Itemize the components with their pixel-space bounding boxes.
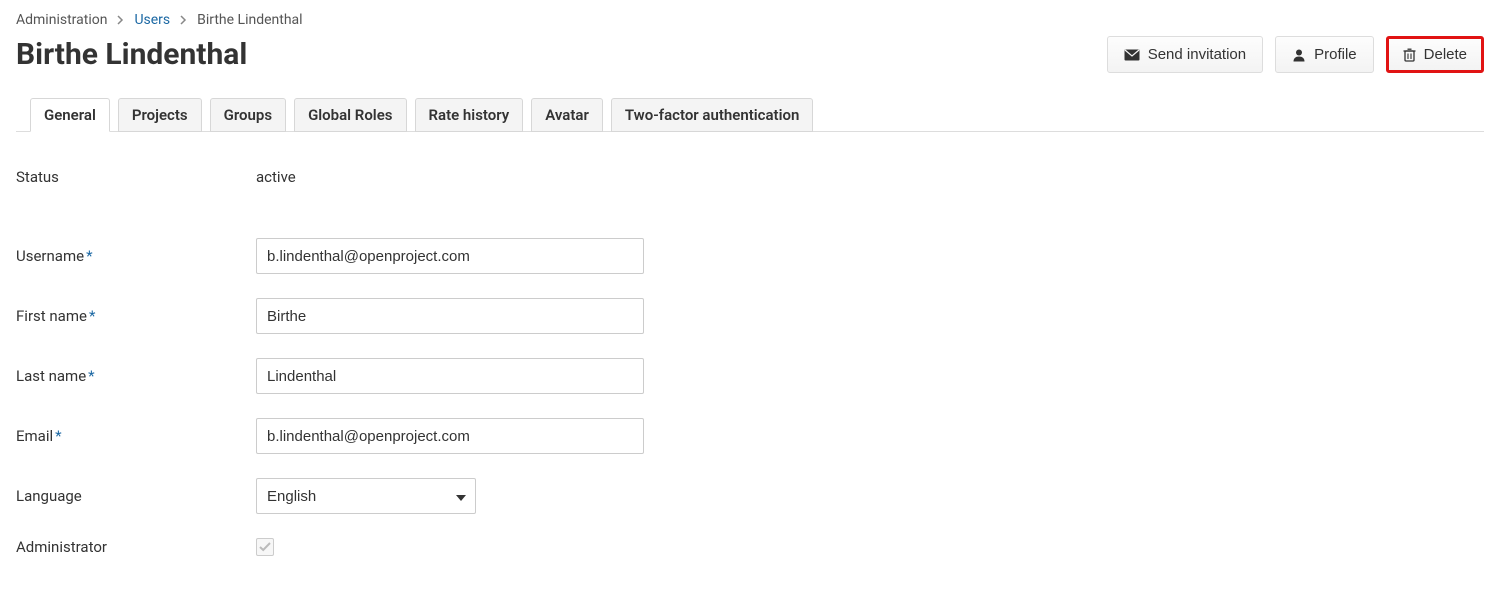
breadcrumb-users[interactable]: Users: [134, 12, 170, 28]
check-icon: [259, 542, 271, 552]
administrator-label: Administrator: [16, 538, 256, 556]
delete-label: Delete: [1424, 46, 1467, 63]
tab-avatar[interactable]: Avatar: [531, 98, 603, 132]
chevron-right-icon: [117, 15, 124, 25]
page-title: Birthe Lindenthal: [16, 37, 247, 72]
user-icon: [1292, 48, 1306, 62]
trash-icon: [1403, 48, 1416, 62]
tab-two-factor[interactable]: Two-factor authentication: [611, 98, 814, 132]
language-label: Language: [16, 487, 256, 505]
tab-groups[interactable]: Groups: [210, 98, 286, 132]
lastname-label-text: Last name: [16, 367, 86, 385]
tab-general[interactable]: General: [30, 98, 110, 132]
breadcrumb-administration[interactable]: Administration: [16, 12, 107, 28]
required-marker: *: [86, 247, 92, 265]
tabs: General Projects Groups Global Roles Rat…: [16, 97, 1484, 132]
language-select-wrap: English: [256, 478, 476, 514]
profile-label: Profile: [1314, 46, 1357, 63]
username-label-text: Username: [16, 247, 84, 265]
language-select[interactable]: English: [256, 478, 476, 514]
administrator-checkbox[interactable]: [256, 538, 274, 556]
profile-button[interactable]: Profile: [1275, 36, 1374, 73]
breadcrumb-current: Birthe Lindenthal: [197, 12, 302, 28]
status-value: active: [256, 168, 296, 186]
required-marker: *: [89, 307, 95, 325]
chevron-right-icon: [180, 15, 187, 25]
envelope-icon: [1124, 49, 1140, 61]
page-header: Birthe Lindenthal Send invitation: [16, 36, 1484, 73]
delete-button[interactable]: Delete: [1386, 36, 1484, 73]
tab-projects[interactable]: Projects: [118, 98, 202, 132]
breadcrumb: Administration Users Birthe Lindenthal: [16, 12, 1484, 28]
tab-rate-history[interactable]: Rate history: [415, 98, 524, 132]
header-actions: Send invitation Profile: [1107, 36, 1484, 73]
firstname-input[interactable]: [256, 298, 644, 334]
email-label-text: Email: [16, 427, 53, 445]
tab-global-roles[interactable]: Global Roles: [294, 98, 406, 132]
firstname-label: First name*: [16, 307, 256, 325]
user-form: Status active Username* First name* Last…: [16, 168, 1484, 556]
lastname-input[interactable]: [256, 358, 644, 394]
email-input[interactable]: [256, 418, 644, 454]
send-invitation-button[interactable]: Send invitation: [1107, 36, 1263, 73]
email-label: Email*: [16, 427, 256, 445]
firstname-label-text: First name: [16, 307, 87, 325]
required-marker: *: [55, 427, 61, 445]
required-marker: *: [88, 367, 94, 385]
lastname-label: Last name*: [16, 367, 256, 385]
username-input[interactable]: [256, 238, 644, 274]
send-invitation-label: Send invitation: [1148, 46, 1246, 63]
username-label: Username*: [16, 247, 256, 265]
status-label: Status: [16, 168, 256, 186]
